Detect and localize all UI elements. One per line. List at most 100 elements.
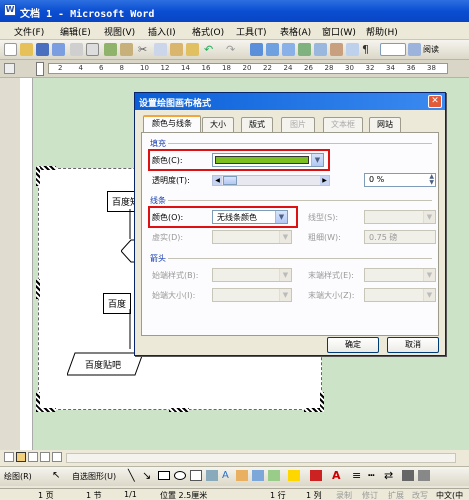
columns-icon[interactable] xyxy=(314,43,327,56)
draw-menu[interactable]: 绘图(R) xyxy=(4,471,32,482)
drawing-icon[interactable] xyxy=(330,43,343,56)
normal-view-icon[interactable] xyxy=(4,452,14,462)
slider-left-arrow-icon[interactable]: ◀ xyxy=(213,176,222,185)
canvas-handle[interactable] xyxy=(320,392,324,412)
indent-marker-icon[interactable] xyxy=(36,62,44,76)
menu-file[interactable]: 文件(F) xyxy=(14,25,44,38)
menu-edit[interactable]: 编辑(E) xyxy=(60,25,91,38)
redo-icon[interactable]: ↷ xyxy=(226,43,239,56)
ok-button[interactable]: 确定 xyxy=(327,337,379,353)
fill-color-combo[interactable]: ▼ xyxy=(212,153,324,167)
new-document-icon[interactable] xyxy=(4,43,17,56)
insert-excel-icon[interactable] xyxy=(298,43,311,56)
horizontal-ruler[interactable]: 2 4 6 8 10 12 14 16 18 20 22 24 26 28 30 32 34 36 38 xyxy=(0,60,469,78)
shadow-icon[interactable] xyxy=(402,470,414,481)
save-icon[interactable] xyxy=(36,43,49,56)
print-view-icon[interactable] xyxy=(28,452,38,462)
line-color-icon[interactable] xyxy=(310,470,322,481)
diagram-icon[interactable] xyxy=(236,470,248,481)
line-color-value: 无线条颜色 xyxy=(217,213,257,222)
select-objects-icon[interactable]: ↖ xyxy=(52,470,60,481)
tab-size[interactable]: 大小 xyxy=(202,117,234,132)
hyperlink-icon[interactable] xyxy=(250,43,263,56)
dash-style-icon[interactable]: ┅ xyxy=(368,469,375,482)
insert-table-icon[interactable] xyxy=(282,43,295,56)
status-rec[interactable]: 录制 xyxy=(336,490,352,500)
tab-web[interactable]: 网站 xyxy=(369,117,401,132)
canvas-handle[interactable] xyxy=(169,408,189,412)
dashed-combo: ▼ xyxy=(212,230,292,244)
textbox-icon[interactable] xyxy=(190,470,202,481)
line-color-combo[interactable]: 无线条颜色 ▼ xyxy=(212,210,288,224)
left-margin-area xyxy=(0,78,20,460)
line-style-icon[interactable]: ≡ xyxy=(352,469,361,482)
3d-icon[interactable] xyxy=(418,470,430,481)
tab-layout[interactable]: 版式 xyxy=(241,117,273,132)
web-view-icon[interactable] xyxy=(16,452,26,462)
chevron-down-icon[interactable]: ▼ xyxy=(275,211,287,223)
menu-insert[interactable]: 插入(I) xyxy=(148,25,176,38)
reading-view-icon[interactable] xyxy=(52,452,62,462)
transparency-slider[interactable]: ◀ ▶ xyxy=(212,175,330,186)
menu-window[interactable]: 窗口(W) xyxy=(322,25,356,38)
menu-tools[interactable]: 工具(T) xyxy=(236,25,267,38)
menu-format[interactable]: 格式(O) xyxy=(192,25,224,38)
status-ovr[interactable]: 改写 xyxy=(412,490,428,500)
undo-icon[interactable]: ↶ xyxy=(204,43,217,56)
read-icon[interactable] xyxy=(408,43,421,56)
tab-selector-icon[interactable] xyxy=(4,63,15,74)
canvas-handle[interactable] xyxy=(36,166,40,186)
vertical-textbox-icon[interactable] xyxy=(206,470,218,481)
cut-icon[interactable]: ✂ xyxy=(138,43,151,56)
menu-help[interactable]: 帮助(H) xyxy=(366,25,398,38)
fill-color-icon[interactable] xyxy=(288,470,300,481)
paste-icon[interactable] xyxy=(170,43,183,56)
end-style-combo: ▼ xyxy=(364,268,436,282)
cancel-button[interactable]: 取消 xyxy=(387,337,439,353)
canvas-handle[interactable] xyxy=(36,392,40,412)
permission-icon[interactable] xyxy=(52,43,65,56)
weight-value: 0.75 磅 xyxy=(369,233,398,242)
canvas-handle[interactable] xyxy=(36,279,40,299)
spelling-icon[interactable] xyxy=(104,43,117,56)
show-hide-icon[interactable]: ¶ xyxy=(362,43,375,56)
status-section: 1 节 xyxy=(86,491,102,500)
horizontal-scrollbar[interactable] xyxy=(66,453,456,463)
ruler-number: 8 xyxy=(119,64,124,72)
close-icon[interactable]: ✕ xyxy=(428,95,442,108)
ruler-number: 16 xyxy=(201,64,211,72)
spinner-arrows-icon[interactable]: ▲ ▼ xyxy=(429,174,434,186)
copy-icon[interactable] xyxy=(154,43,167,56)
arrow-style-icon[interactable]: ⇄ xyxy=(384,469,393,482)
print-preview-icon[interactable] xyxy=(86,43,99,56)
zoom-combo[interactable] xyxy=(380,43,406,56)
arrow-icon[interactable]: ↘ xyxy=(142,469,151,482)
clipart-icon[interactable] xyxy=(252,470,264,481)
chevron-down-icon[interactable]: ▼ xyxy=(311,154,323,166)
slider-thumb[interactable] xyxy=(223,176,237,185)
vertical-ruler[interactable] xyxy=(20,78,33,460)
transparency-spinner[interactable]: 0 % ▲ ▼ xyxy=(364,173,436,187)
outline-view-icon[interactable] xyxy=(40,452,50,462)
wordart-icon[interactable]: A xyxy=(222,470,229,481)
format-painter-icon[interactable] xyxy=(186,43,199,56)
document-map-icon[interactable] xyxy=(346,43,359,56)
status-trk[interactable]: 修订 xyxy=(362,490,378,500)
menu-table[interactable]: 表格(A) xyxy=(280,25,311,38)
oval-icon[interactable] xyxy=(174,471,186,480)
open-folder-icon[interactable] xyxy=(20,43,33,56)
tab-colors-lines[interactable]: 颜色与线条 xyxy=(143,115,201,133)
read-label[interactable]: 阅读 xyxy=(423,44,439,55)
print-icon[interactable] xyxy=(70,43,83,56)
end-style-label: 末端样式(E): xyxy=(308,271,354,280)
tables-borders-icon[interactable] xyxy=(266,43,279,56)
slider-right-arrow-icon[interactable]: ▶ xyxy=(320,176,329,185)
autoshapes-menu[interactable]: 自选图形(U) xyxy=(72,471,116,482)
rectangle-icon[interactable] xyxy=(158,471,170,480)
status-ext[interactable]: 扩展 xyxy=(388,490,404,500)
menu-view[interactable]: 视图(V) xyxy=(104,25,135,38)
line-icon[interactable]: ╲ xyxy=(128,469,135,482)
research-icon[interactable] xyxy=(120,43,133,56)
font-color-icon[interactable]: A xyxy=(332,469,341,482)
picture-icon[interactable] xyxy=(268,470,280,481)
